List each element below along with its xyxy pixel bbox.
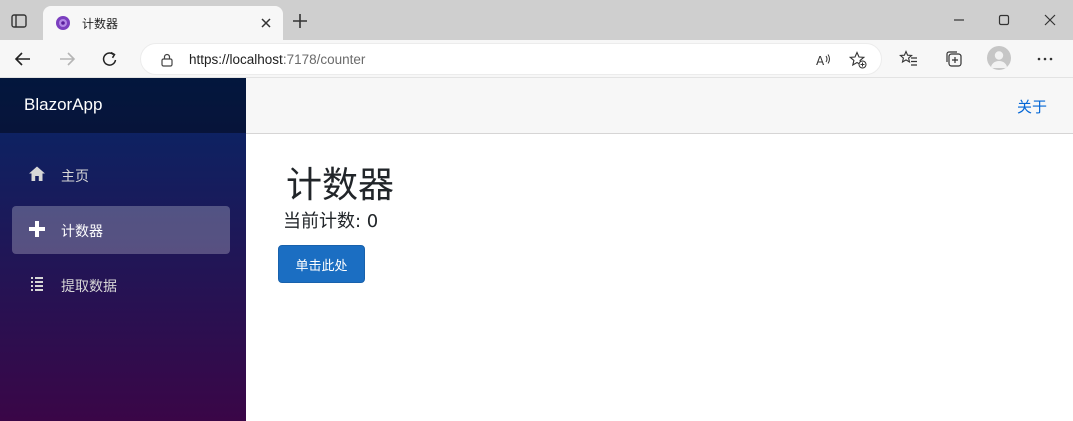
current-count: 当前计数: 0 bbox=[283, 207, 378, 233]
page-title: 计数器 bbox=[286, 165, 395, 206]
maximize-icon[interactable] bbox=[993, 9, 1015, 31]
nav-item-fetch-data[interactable]: 提取数据 bbox=[12, 261, 230, 309]
url-text[interactable]: https://localhost:7178/counter bbox=[189, 52, 365, 67]
favorites-icon[interactable] bbox=[898, 48, 920, 70]
sidebar: BlazorApp 主页 计数器 提取数据 bbox=[0, 78, 246, 421]
profile-avatar-icon[interactable] bbox=[987, 46, 1011, 70]
list-icon bbox=[28, 275, 46, 293]
blazor-favicon-icon bbox=[55, 15, 71, 31]
brand-bar: BlazorApp bbox=[0, 78, 246, 133]
browser-tab[interactable]: 计数器 bbox=[43, 6, 283, 40]
address-bar[interactable]: https://localhost:7178/counter A bbox=[140, 43, 882, 75]
close-window-icon[interactable] bbox=[1039, 9, 1061, 31]
browser-toolbar: https://localhost:7178/counter A bbox=[0, 40, 1073, 78]
nav-label-fetch-data: 提取数据 bbox=[61, 279, 117, 295]
main-content: 计数器 当前计数: 0 单击此处 bbox=[246, 134, 1073, 421]
nav-item-home[interactable]: 主页 bbox=[12, 151, 230, 199]
about-link[interactable]: 关于 bbox=[1017, 96, 1047, 117]
tab-actions-icon[interactable] bbox=[8, 10, 30, 32]
click-me-button[interactable]: 单击此处 bbox=[278, 245, 365, 283]
top-row: 关于 bbox=[246, 78, 1073, 134]
browser-tab-bar: 计数器 bbox=[0, 0, 1073, 40]
tab-title: 计数器 bbox=[82, 17, 119, 31]
add-favorite-icon[interactable] bbox=[849, 51, 867, 69]
svg-text:A: A bbox=[816, 54, 825, 68]
plus-icon bbox=[28, 220, 46, 238]
brand-link[interactable]: BlazorApp bbox=[24, 95, 102, 115]
forward-icon[interactable] bbox=[56, 48, 78, 70]
more-options-icon[interactable] bbox=[1034, 48, 1056, 70]
minimize-icon[interactable] bbox=[948, 9, 970, 31]
close-tab-icon[interactable] bbox=[257, 14, 275, 32]
lock-icon[interactable] bbox=[159, 52, 175, 68]
collections-icon[interactable] bbox=[943, 48, 965, 70]
nav-item-counter[interactable]: 计数器 bbox=[12, 206, 230, 254]
back-icon[interactable] bbox=[12, 48, 34, 70]
refresh-icon[interactable] bbox=[99, 48, 121, 70]
new-tab-icon[interactable] bbox=[290, 11, 310, 31]
home-icon bbox=[28, 165, 46, 183]
count-value: 0 bbox=[366, 211, 379, 232]
nav-label-counter: 计数器 bbox=[61, 224, 103, 240]
count-label: 当前计数: bbox=[283, 211, 367, 232]
read-aloud-icon[interactable]: A bbox=[815, 51, 833, 69]
nav-label-home: 主页 bbox=[61, 169, 89, 185]
